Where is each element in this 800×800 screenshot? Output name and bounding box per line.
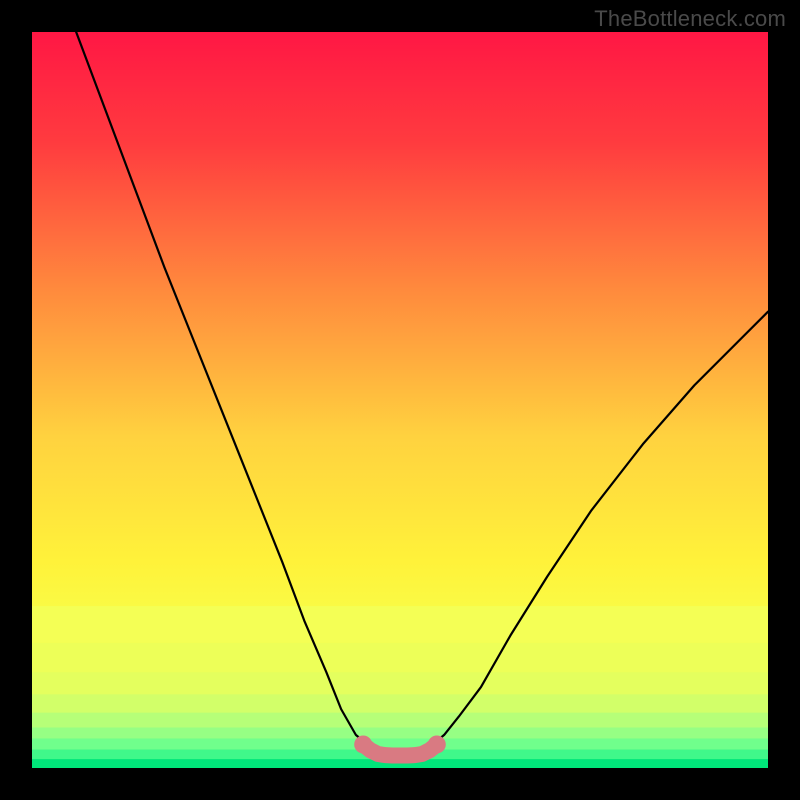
plot-svg: [32, 32, 768, 768]
watermark-label: TheBottleneck.com: [594, 6, 786, 32]
plot-area: [32, 32, 768, 768]
chart-frame: TheBottleneck.com: [0, 0, 800, 800]
